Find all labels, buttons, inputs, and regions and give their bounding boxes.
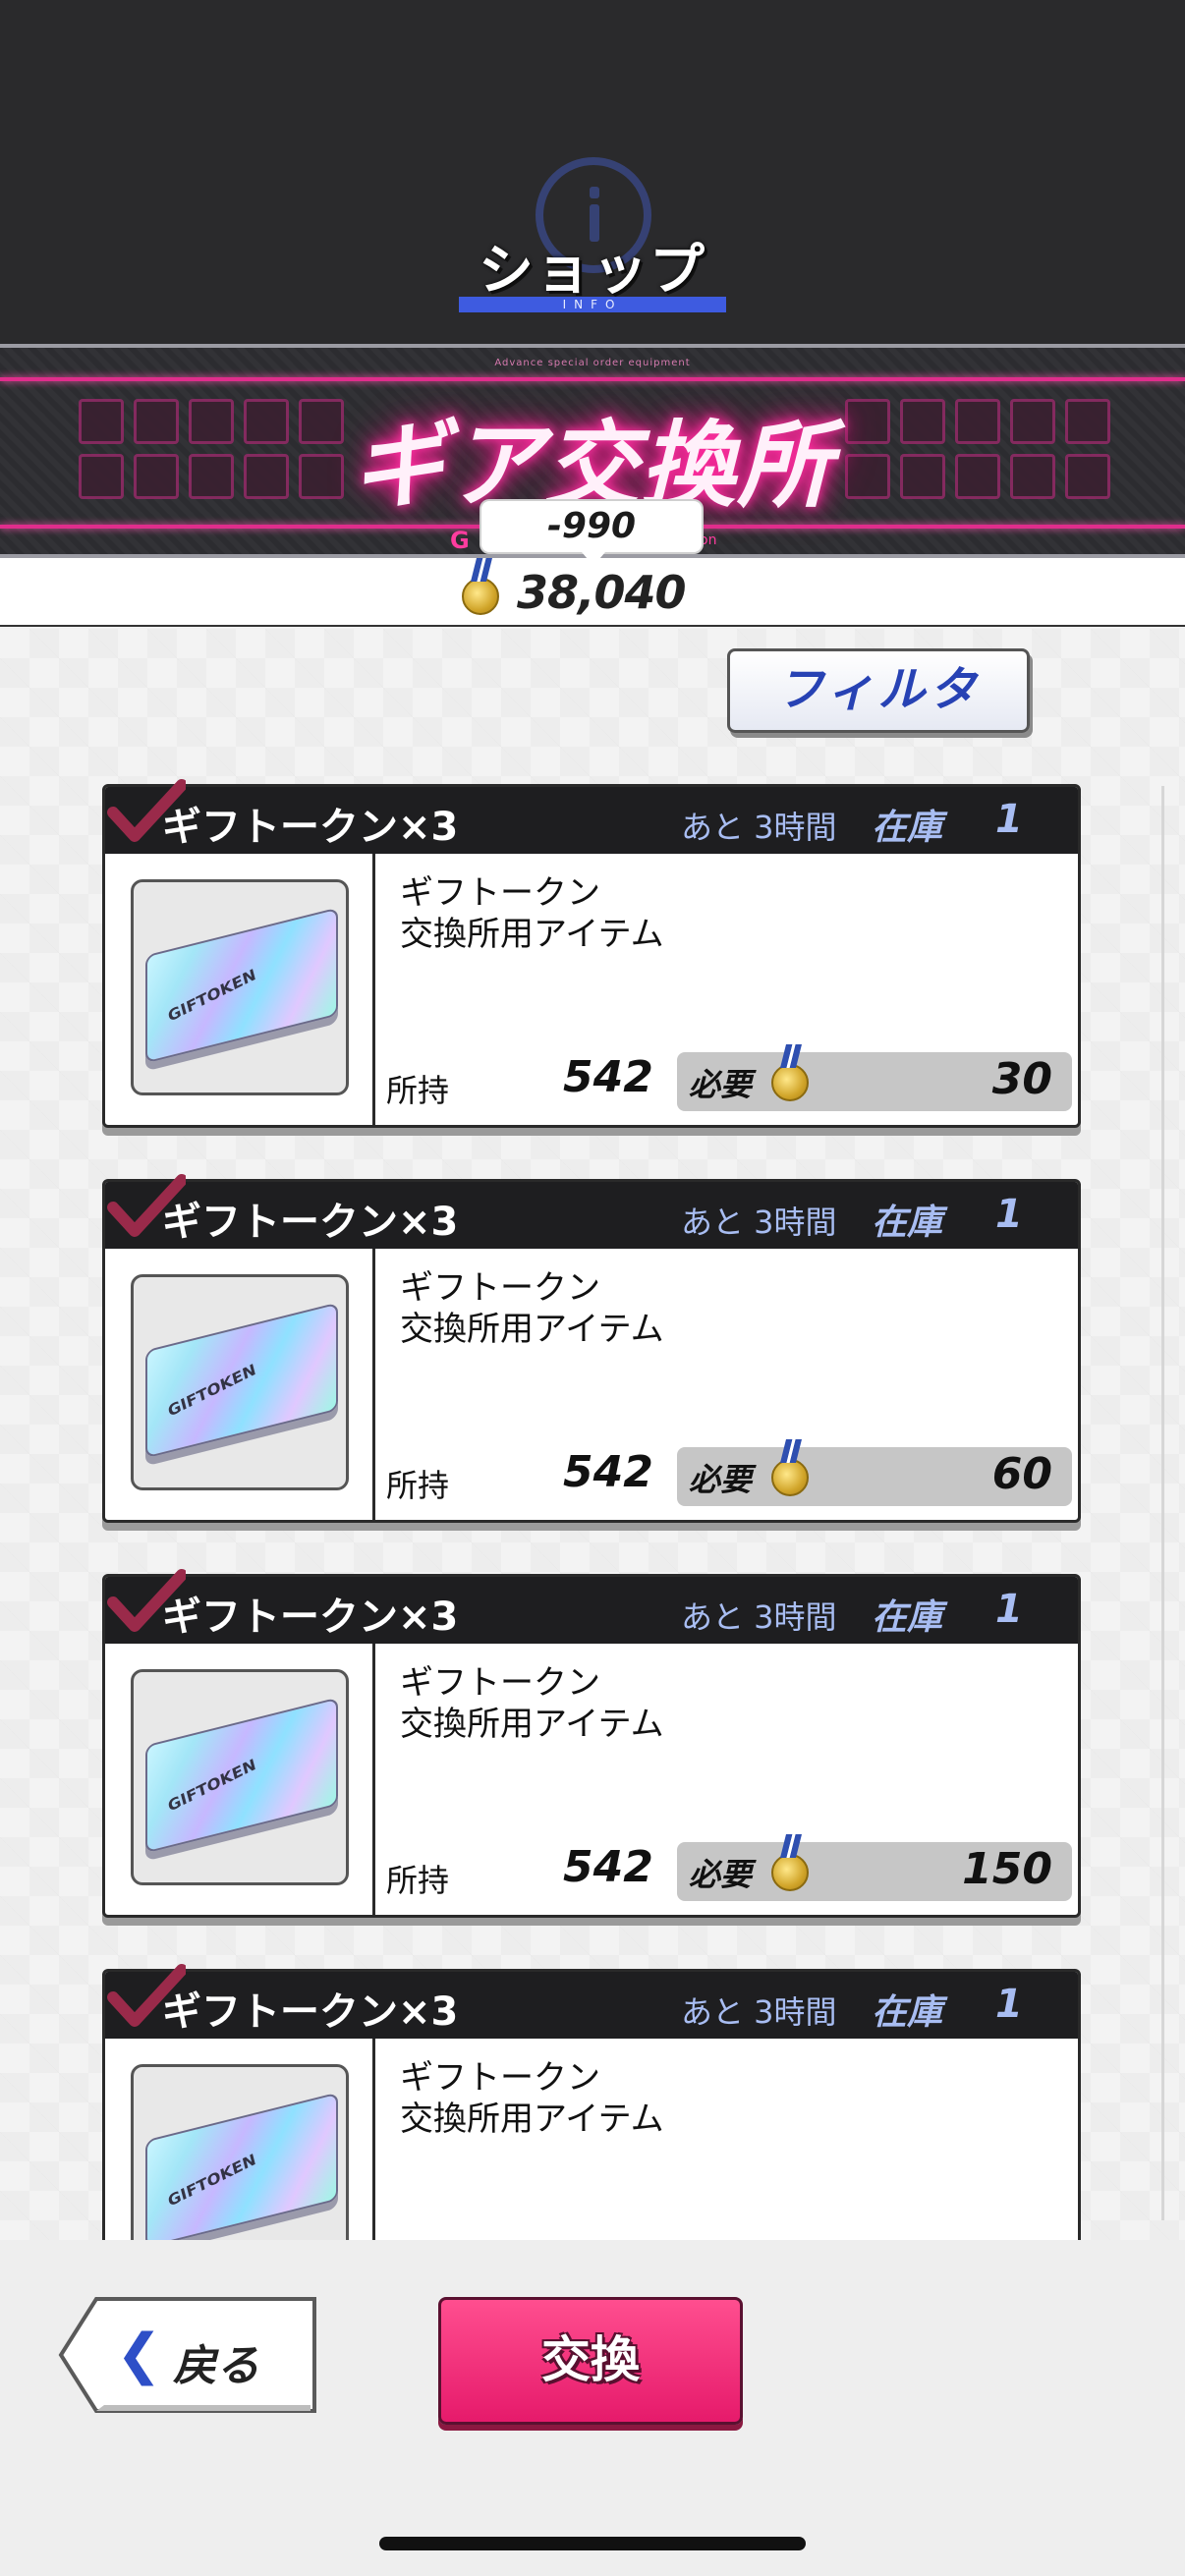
item-thumbnail: GIFTOKEN	[131, 1669, 349, 1885]
exchange-item-card[interactable]: ギフトークン×3 あと 3時間 在庫 1 GIFTOKEN ギフトークン 交換所…	[102, 1174, 1081, 1523]
stock-value: 1	[995, 1192, 1023, 1237]
banner-fragment-left: G	[450, 527, 470, 554]
item-list[interactable]: フィルタ ギフトークン×3 あと 3時間 在庫 1 GIFTOKEN ギフトーク…	[0, 629, 1185, 2240]
item-description: 交換所用アイテム	[400, 915, 664, 954]
required-label: 必要	[689, 1461, 753, 1498]
banner-neon-line	[0, 377, 1185, 381]
top-header: ショップ INFO	[0, 0, 1185, 344]
item-thumbnail: GIFTOKEN	[131, 879, 349, 1095]
item-name: ギフトークン×3	[162, 805, 459, 850]
medal-icon	[771, 1064, 809, 1101]
time-remaining: あと 3時間	[681, 1598, 837, 1636]
card-header: ギフトークン×3 あと 3時間 在庫 1	[105, 1569, 1078, 1644]
required-cost: 必要 150	[677, 1842, 1072, 1901]
required-cost: 必要 60	[677, 1447, 1072, 1506]
footer-bar: ❮ 戻る 交換	[0, 2240, 1185, 2576]
token-label: GIFTOKEN	[166, 965, 258, 1026]
owned-value: 542	[563, 1447, 653, 1497]
owned-value: 542	[563, 1052, 653, 1102]
exchange-item-card[interactable]: ギフトークン×3 あと 3時間 在庫 1 GIFTOKEN ギフトークン 交換所…	[102, 1964, 1081, 2240]
exchange-button[interactable]: 交換	[438, 2297, 743, 2425]
currency-amount: 38,040	[517, 566, 687, 619]
owned-label: 所持	[386, 1467, 450, 1504]
home-indicator[interactable]	[379, 2537, 806, 2550]
exchange-item-card[interactable]: ギフトークン×3 あと 3時間 在庫 1 GIFTOKEN ギフトークン 交換所…	[102, 1569, 1081, 1918]
token-label: GIFTOKEN	[166, 1360, 258, 1421]
item-description: 交換所用アイテム	[400, 1705, 664, 1744]
medal-icon	[462, 578, 499, 615]
item-description: 交換所用アイテム	[400, 2100, 664, 2139]
item-name: ギフトークン×3	[162, 1200, 459, 1245]
required-value: 60	[991, 1449, 1052, 1499]
divider	[372, 854, 375, 1125]
currency-bar: 38,040	[0, 558, 1185, 627]
divider	[372, 1249, 375, 1520]
exchange-item-card[interactable]: ギフトークン×3 あと 3時間 在庫 1 GIFTOKEN ギフトークン 交換所…	[102, 779, 1081, 1128]
gift-token-icon: GIFTOKEN	[145, 1302, 338, 1459]
stock-label: 在庫	[872, 1203, 943, 1243]
gift-token-icon: GIFTOKEN	[145, 907, 338, 1064]
time-remaining: あと 3時間	[681, 809, 837, 846]
back-button[interactable]: ❮ 戻る	[57, 2295, 322, 2417]
time-remaining: あと 3時間	[681, 1204, 837, 1241]
stock-value: 1	[995, 1982, 1023, 2027]
chevron-left-icon: ❮	[116, 2323, 162, 2386]
item-description: 交換所用アイテム	[400, 1310, 664, 1349]
stock-label: 在庫	[872, 1992, 943, 2033]
page-title: ショップ	[479, 239, 706, 303]
divider	[372, 1644, 375, 1915]
required-value: 150	[962, 1844, 1052, 1894]
required-label: 必要	[689, 1066, 753, 1103]
item-thumbnail: GIFTOKEN	[131, 1274, 349, 1490]
currency-delta-bubble: -990	[480, 499, 704, 566]
card-header: ギフトークン×3 あと 3時間 在庫 1	[105, 1964, 1078, 2039]
shop-title-group: ショップ INFO	[459, 157, 726, 314]
medal-icon	[771, 1459, 809, 1496]
page-subtitle: INFO	[459, 297, 726, 312]
item-name: ギフトークン×3	[162, 1989, 459, 2035]
back-label: 戻る	[173, 2341, 259, 2391]
stock-label: 在庫	[872, 808, 943, 848]
time-remaining: あと 3時間	[681, 1993, 837, 2031]
stock-value: 1	[995, 797, 1023, 842]
required-value: 30	[991, 1054, 1052, 1104]
card-header: ギフトークン×3 あと 3時間 在庫 1	[105, 1174, 1078, 1249]
card-header: ギフトークン×3 あと 3時間 在庫 1	[105, 779, 1078, 854]
stock-label: 在庫	[872, 1597, 943, 1638]
filter-button[interactable]: フィルタ	[727, 648, 1030, 733]
divider	[372, 2039, 375, 2240]
required-cost: 必要 30	[677, 1052, 1072, 1111]
token-label: GIFTOKEN	[166, 2150, 258, 2211]
scrollbar[interactable]	[1161, 786, 1164, 2220]
banner-caption: Advance special order equipment	[494, 358, 691, 368]
item-thumbnail: GIFTOKEN	[131, 2064, 349, 2240]
gift-token-icon: GIFTOKEN	[145, 2092, 338, 2240]
required-label: 必要	[689, 1856, 753, 1893]
owned-label: 所持	[386, 1072, 450, 1109]
owned-value: 542	[563, 1842, 653, 1892]
gift-token-icon: GIFTOKEN	[145, 1697, 338, 1854]
owned-label: 所持	[386, 1862, 450, 1899]
stock-value: 1	[995, 1587, 1023, 1632]
item-name: ギフトークン×3	[162, 1595, 459, 1640]
medal-icon	[771, 1854, 809, 1891]
token-label: GIFTOKEN	[166, 1755, 258, 1816]
